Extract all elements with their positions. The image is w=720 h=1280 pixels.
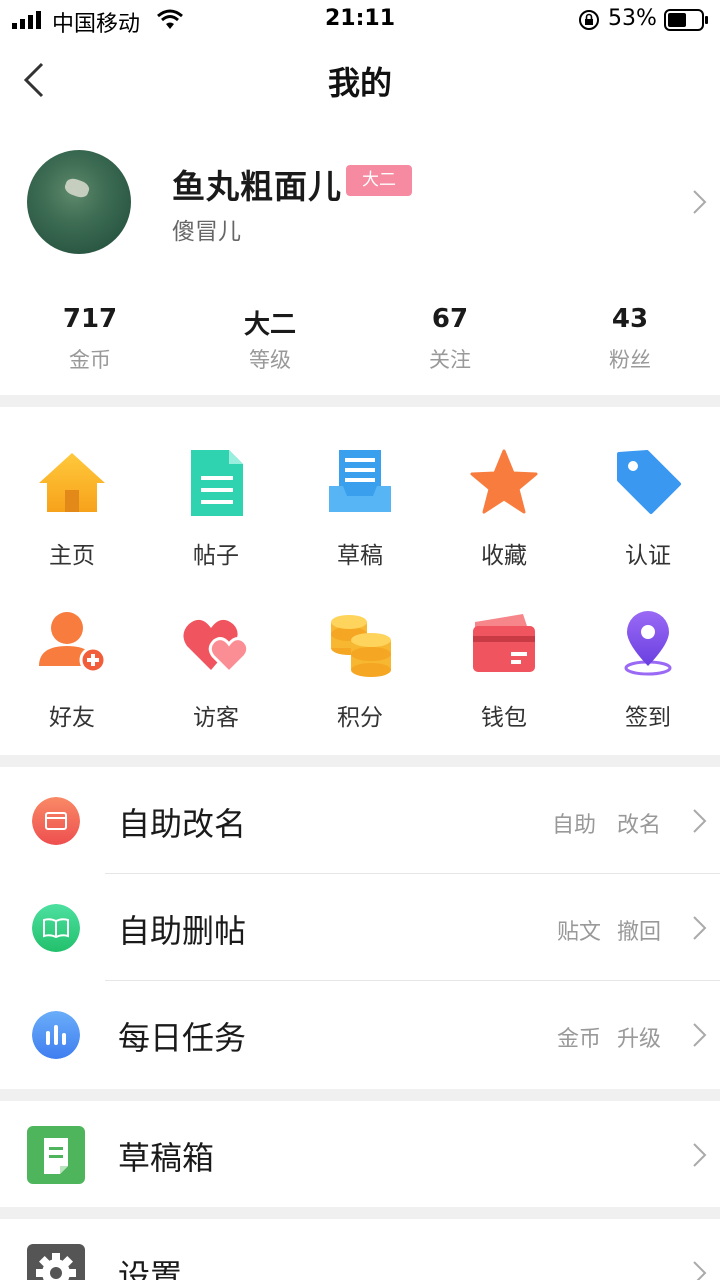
grid-item-posts[interactable]: 帖子: [144, 430, 288, 580]
list-item-delete-post[interactable]: 自助删帖 贴文 撤回: [0, 874, 720, 980]
tag-icon: [617, 450, 681, 514]
bar-chart-icon: [32, 1011, 80, 1059]
grid-item-favorites[interactable]: 收藏: [432, 430, 576, 580]
list-item-title: 自助删帖: [118, 912, 247, 950]
list-item-draft-box[interactable]: 草稿箱: [0, 1101, 720, 1207]
wallet-icon: [473, 614, 535, 672]
list-item-title: 设置: [118, 1257, 183, 1280]
grid-item-verify[interactable]: 认证: [576, 430, 720, 580]
list-item-extra: 升级: [617, 1027, 662, 1052]
coins-icon: [331, 615, 391, 677]
grid-label: 帖子: [193, 543, 239, 569]
grid-label: 访客: [193, 705, 239, 731]
username: 鱼丸粗面儿: [172, 167, 342, 206]
list-item-extra: 贴文: [557, 920, 602, 945]
rename-icon: [32, 797, 80, 845]
section-divider: [0, 395, 720, 407]
stat-value: 大二: [243, 310, 296, 340]
grid-label: 主页: [49, 543, 95, 569]
stat-value: 717: [62, 304, 118, 334]
list-item-daily-tasks[interactable]: 每日任务 金币 升级: [0, 981, 720, 1087]
grid-label: 签到: [625, 705, 671, 731]
book-icon: [32, 904, 80, 952]
list-item-rename[interactable]: 自助改名 自助 改名: [0, 767, 720, 873]
stat-label: 粉丝: [609, 348, 651, 372]
stat-following[interactable]: 67 关注: [360, 300, 540, 380]
grid-item-friends[interactable]: 好友: [0, 592, 144, 742]
grid-item-wallet[interactable]: 钱包: [432, 592, 576, 742]
stat-value: 67: [431, 304, 469, 334]
stat-value: 43: [611, 304, 649, 334]
battery-percent: 53%: [608, 6, 657, 31]
battery-icon: [664, 9, 708, 31]
home-icon: [39, 453, 105, 512]
stat-label: 关注: [429, 348, 471, 372]
grid-item-drafts[interactable]: 草稿: [288, 430, 432, 580]
stat-label: 金币: [69, 348, 111, 372]
stat-coins[interactable]: 717 金币: [0, 300, 180, 380]
star-icon: [470, 449, 538, 514]
grid-item-visitors[interactable]: 访客: [144, 592, 288, 742]
list-item-extra: 改名: [617, 813, 662, 838]
section-divider: [0, 755, 720, 767]
list-item-title: 草稿箱: [118, 1139, 215, 1177]
chevron-right-icon: [693, 1143, 707, 1167]
user-subtitle: 傻冒儿: [172, 219, 241, 245]
grid-label: 认证: [625, 543, 671, 569]
grid-label: 好友: [49, 705, 95, 731]
list-item-extra: 撤回: [617, 920, 662, 945]
stat-level[interactable]: 大二 等级: [180, 300, 360, 380]
location-pin-icon: [624, 611, 672, 676]
grid-item-home[interactable]: 主页: [0, 430, 144, 580]
list-item-title: 每日任务: [118, 1019, 247, 1057]
chevron-right-icon: [693, 1261, 707, 1280]
grid-item-points[interactable]: 积分: [288, 592, 432, 742]
add-friend-icon: [39, 612, 107, 674]
section-divider: [0, 1207, 720, 1219]
rotation-lock-icon: [579, 10, 599, 30]
list-item-extra: 自助: [552, 813, 597, 838]
stat-label: 等级: [249, 348, 291, 372]
list-item-settings[interactable]: 设置: [0, 1219, 720, 1280]
chevron-right-icon: [693, 190, 707, 214]
avatar[interactable]: [27, 150, 131, 254]
chevron-right-icon: [693, 916, 707, 940]
list-item-title: 自助改名: [118, 805, 247, 843]
grid-item-checkin[interactable]: 签到: [576, 592, 720, 742]
chevron-right-icon: [693, 1023, 707, 1047]
draft-box-icon: [27, 1126, 85, 1184]
hearts-icon: [183, 619, 250, 675]
post-icon: [191, 450, 243, 516]
level-badge: 大二: [346, 165, 412, 196]
grid-label: 积分: [337, 705, 383, 731]
section-divider: [0, 1089, 720, 1101]
grid-label: 收藏: [481, 543, 527, 569]
grid-label: 钱包: [481, 705, 527, 731]
stat-followers[interactable]: 43 粉丝: [540, 300, 720, 380]
list-item-extra: 金币: [557, 1027, 602, 1052]
chevron-right-icon: [693, 809, 707, 833]
status-bar: 中国移动 21:11 53%: [0, 0, 720, 40]
grid-label: 草稿: [337, 543, 383, 569]
draft-icon: [329, 450, 391, 512]
gear-icon: [27, 1244, 85, 1280]
page-title: 我的: [327, 64, 392, 102]
